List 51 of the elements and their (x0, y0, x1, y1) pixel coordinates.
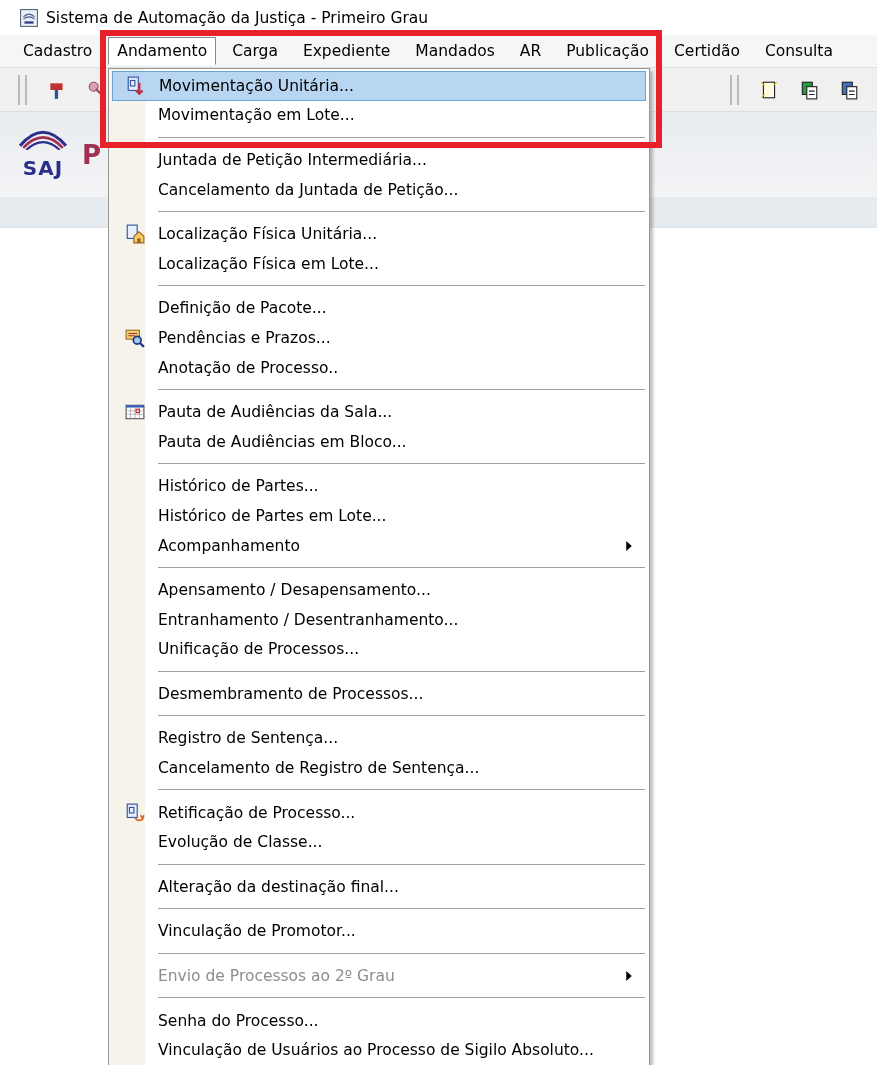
menu-item[interactable]: Entranhamento / Desentranhamento... (112, 604, 646, 635)
app-icon (20, 8, 38, 27)
logo-text: SAJ (22, 155, 64, 180)
menu-bar-item[interactable]: AR (510, 37, 551, 65)
menu-item[interactable]: Histórico de Partes em Lote... (112, 501, 646, 531)
menu-item[interactable]: Retificação de Processo... (112, 797, 646, 828)
documents-icon[interactable] (799, 79, 819, 100)
menu-item[interactable]: Movimentação em Lote... (112, 100, 646, 131)
menu-bar-item[interactable]: Publicação (557, 37, 659, 65)
menu-bar-item[interactable]: Consulta (756, 37, 842, 65)
menu-bar-item[interactable]: Expediente (293, 37, 400, 65)
menu-item[interactable]: Cancelamento da Juntada de Petição... (112, 174, 646, 205)
menu-item[interactable]: Localização Física em Lote... (112, 248, 646, 279)
menu-bar-item[interactable]: Carga (223, 37, 287, 65)
menu-item[interactable]: Acompanhamento (112, 530, 646, 561)
menu-item[interactable]: Unificação de Processos... (112, 634, 646, 665)
submenu-arrow-icon (626, 971, 632, 982)
menu-item[interactable]: Histórico de Partes... (112, 471, 646, 502)
menu-item[interactable]: Pauta de Audiências em Bloco... (112, 426, 646, 457)
submenu-arrow-icon (626, 540, 632, 551)
document-arrow-icon (126, 75, 146, 96)
window-title: Sistema de Automação da Justiça - Primeiro Grau (46, 8, 429, 27)
note-magnifier-icon (125, 327, 145, 348)
menu-item[interactable]: Vinculação de Promotor... (112, 916, 646, 947)
menu-item[interactable]: Movimentação Unitária... (112, 71, 646, 101)
menu-item[interactable]: Evolução de Classe... (112, 827, 646, 858)
arcs-icon (18, 129, 68, 150)
toolbar-grip[interactable] (730, 74, 739, 105)
menu-bar-item[interactable]: Cadastro (14, 37, 102, 65)
documents-icon[interactable] (839, 79, 859, 100)
menu-item[interactable]: Senha do Processo... (112, 1005, 646, 1036)
menu-item[interactable]: Pendências e Prazos... (112, 323, 646, 353)
menu-item[interactable]: Vinculação de Usuários ao Processo de Sigilo Absoluto... (112, 1035, 646, 1065)
menu-bar-item[interactable]: Andamento (108, 37, 217, 65)
menu-item[interactable]: Cancelamento de Registro de Sentença... (112, 753, 646, 783)
document-icon[interactable] (759, 79, 779, 100)
toolbar-grip[interactable] (18, 74, 27, 105)
menu-item[interactable]: Desmembramento de Processos... (112, 679, 646, 709)
menu-item[interactable]: Alteração da destinação final... (112, 872, 646, 902)
menu-item[interactable]: Juntada de Petição Intermediária... (112, 145, 646, 175)
menu-item[interactable]: Apensamento / Desapensamento... (112, 575, 646, 605)
menu-item[interactable]: Registro de Sentença... (112, 723, 646, 754)
menu-item[interactable]: Definição de Pacote... (112, 293, 646, 324)
menu-item[interactable]: Anotação de Processo.. (112, 352, 646, 383)
document-house-icon (125, 224, 145, 245)
heading-text: P (82, 139, 102, 170)
menu-bar-item[interactable]: Mandados (406, 37, 504, 65)
document-refresh-icon (125, 802, 145, 823)
menu-item[interactable]: Localização Física Unitária... (112, 219, 646, 249)
menu-bar-item[interactable]: Certidão (665, 37, 749, 65)
menu-item[interactable]: Pauta de Audiências da Sala... (112, 397, 646, 427)
